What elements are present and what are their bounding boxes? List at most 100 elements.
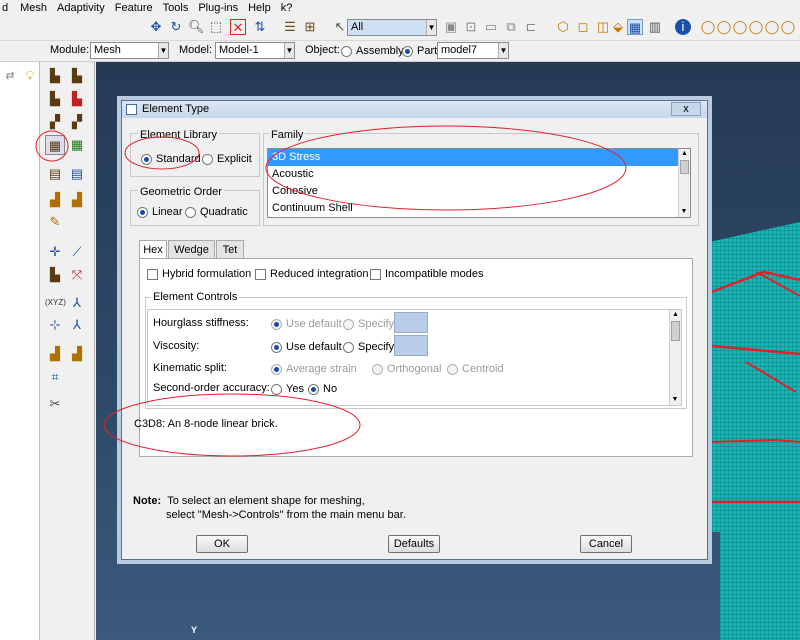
datum-axis-icon[interactable]: ⟋ [67, 242, 87, 262]
viscosity-specify-radio[interactable]: Specify [343, 341, 394, 353]
part-radio[interactable]: Part: [402, 45, 440, 57]
element-controls-list[interactable]: Hourglass stiffness: Use default Specify… [147, 309, 682, 406]
drag-shape-icon[interactable]: ▭ [483, 19, 499, 35]
family-list[interactable]: 3D Stress Acoustic Cohesive Continuum Sh… [267, 148, 691, 218]
selection-filter-combo[interactable]: All ▼ [347, 19, 437, 36]
visibility-icon-4[interactable]: ◯ [748, 19, 764, 35]
menu-item-adaptivity[interactable]: Adaptivity [57, 2, 105, 14]
average-strain-radio[interactable]: Average strain [271, 363, 357, 375]
menu-item-help[interactable]: Help [248, 2, 271, 14]
menu-item-mesh[interactable]: Mesh [20, 2, 47, 14]
standard-radio[interactable]: Standard [141, 153, 201, 165]
reduced-integration-checkbox[interactable]: Reduced integration [255, 268, 368, 280]
assembly-radio[interactable]: Assembly [341, 45, 404, 57]
explicit-radio[interactable]: Explicit [202, 153, 252, 165]
quadratic-radio[interactable]: Quadratic [185, 206, 248, 218]
second-order-yes-radio[interactable]: Yes [271, 383, 304, 395]
virtual-topology-icon[interactable]: ▙ [45, 265, 65, 285]
scroll-up-icon[interactable]: ▲ [670, 310, 681, 320]
seed-edges-delete-icon[interactable]: ▙ [67, 89, 87, 109]
front-view-icon[interactable]: ◻ [575, 19, 591, 35]
partition-face-icon[interactable]: ▟ [67, 344, 87, 364]
family-scrollbar[interactable]: ▲ ▼ [678, 149, 690, 217]
iso-view-icon[interactable]: ⬡ [555, 19, 571, 35]
centroid-radio[interactable]: Centroid [447, 363, 504, 375]
verify-mesh-icon[interactable]: ▦ [67, 135, 87, 155]
hourglass-use-default-radio[interactable]: Use default [271, 318, 342, 330]
datum-axes-icon[interactable]: ⅄ [67, 293, 87, 313]
menu-item-file[interactable]: d [2, 2, 8, 14]
info-icon[interactable]: i [675, 19, 691, 35]
display-group-icon[interactable]: ⧉ [503, 19, 519, 35]
back-view-icon[interactable]: ◫ [595, 19, 611, 35]
visibility-icon-3[interactable]: ◯ [732, 19, 748, 35]
viscosity-use-default-radio[interactable]: Use default [271, 341, 342, 353]
replace-selected-icon[interactable]: ⊏ [523, 19, 539, 35]
select-mode-icon[interactable]: ▣ [443, 19, 459, 35]
chevron-down-icon[interactable]: ▼ [284, 43, 294, 58]
tab-wedge[interactable]: Wedge [168, 240, 215, 259]
second-order-no-radio[interactable]: No [308, 383, 337, 395]
hybrid-checkbox[interactable]: Hybrid formulation [147, 268, 251, 280]
mesh-part-icon[interactable]: ▞ [45, 112, 65, 132]
assign-element-type-icon[interactable]: ▦ [45, 135, 65, 155]
measure-icon[interactable]: ⊞ [302, 19, 318, 35]
family-item[interactable]: Continuum Shell [268, 200, 690, 217]
query-icon[interactable]: ☰ [282, 19, 298, 35]
tree-icon[interactable]: ⇄ [2, 68, 18, 84]
datum-csys-3pt-icon[interactable]: ⅄ [67, 315, 87, 335]
partition-cell-icon[interactable]: ▟ [45, 344, 65, 364]
visibility-icon-6[interactable]: ◯ [780, 19, 796, 35]
seed-part-delete-icon[interactable]: ▙ [67, 66, 87, 86]
tools-icon[interactable]: ✂ [45, 394, 65, 414]
feature-edges-icon[interactable]: ▥ [647, 19, 663, 35]
select-arrow-icon[interactable]: ↖ [332, 19, 348, 35]
seed-part-icon[interactable]: ▙ [45, 66, 65, 86]
menu-item-feature[interactable]: Feature [115, 2, 153, 14]
ok-button[interactable]: OK [196, 535, 248, 553]
lightbulb-icon[interactable]: 💡︎ [22, 68, 38, 84]
close-button[interactable]: x [671, 102, 701, 116]
family-item[interactable]: Cohesive [268, 183, 690, 200]
menu-item-plugins[interactable]: Plug-ins [198, 2, 238, 14]
controls-scrollbar[interactable]: ▲ ▼ [669, 310, 681, 405]
visibility-icon-2[interactable]: ◯ [716, 19, 732, 35]
scroll-thumb[interactable] [671, 321, 680, 341]
datum-point-icon[interactable]: ✛ [45, 242, 65, 262]
seed-edges-icon[interactable]: ▙ [45, 89, 65, 109]
family-item[interactable]: Acoustic [268, 166, 690, 183]
visibility-icon-5[interactable]: ◯ [764, 19, 780, 35]
box-zoom-icon[interactable]: ⬚ [208, 19, 224, 35]
menu-item-context-help[interactable]: k? [281, 2, 293, 14]
scroll-thumb[interactable] [680, 160, 689, 174]
model-combo[interactable]: Model-1 ▼ [215, 42, 295, 59]
cancel-button[interactable]: Cancel [580, 535, 632, 553]
hourglass-value-field[interactable] [394, 312, 428, 333]
select-from-interior-icon[interactable]: ⊡ [463, 19, 479, 35]
chevron-down-icon[interactable]: ▼ [158, 43, 168, 58]
chevron-down-icon[interactable]: ▼ [498, 43, 508, 58]
auto-fit-icon[interactable]: ✕ [230, 19, 246, 35]
mesh-render-icon[interactable]: ▦ [627, 19, 643, 35]
sketch-partition-icon[interactable]: ⌗ [45, 367, 65, 387]
orthogonal-radio[interactable]: Orthogonal [372, 363, 441, 375]
create-bottom-up-icon[interactable]: ▟ [67, 190, 87, 210]
mesh-region-icon[interactable]: ▞ [67, 112, 87, 132]
family-item[interactable]: 3D Stress [268, 149, 690, 166]
cycle-view-icon[interactable]: ⇅ [252, 19, 268, 35]
tab-tet[interactable]: Tet [216, 240, 244, 259]
partition-icon[interactable]: ✎ [45, 212, 65, 232]
menu-item-tools[interactable]: Tools [163, 2, 189, 14]
datum-plane-icon[interactable]: ⊹ [45, 315, 65, 335]
edit-mesh-icon[interactable]: ▟ [45, 190, 65, 210]
chevron-down-icon[interactable]: ▼ [426, 20, 436, 35]
linear-radio[interactable]: Linear [137, 206, 183, 218]
rotate-icon[interactable]: ↻ [168, 19, 184, 35]
incompatible-modes-checkbox[interactable]: Incompatible modes [370, 268, 483, 280]
visibility-icon-1[interactable]: ◯ [700, 19, 716, 35]
part-combo[interactable]: model7 ▼ [437, 42, 509, 59]
side-view-icon[interactable]: ⬙ [610, 19, 626, 35]
defaults-button[interactable]: Defaults [388, 535, 440, 553]
model-tree-panel[interactable]: ⇄ 💡︎ [0, 62, 40, 640]
datum-csys-icon[interactable]: (XYZ) [45, 293, 66, 313]
